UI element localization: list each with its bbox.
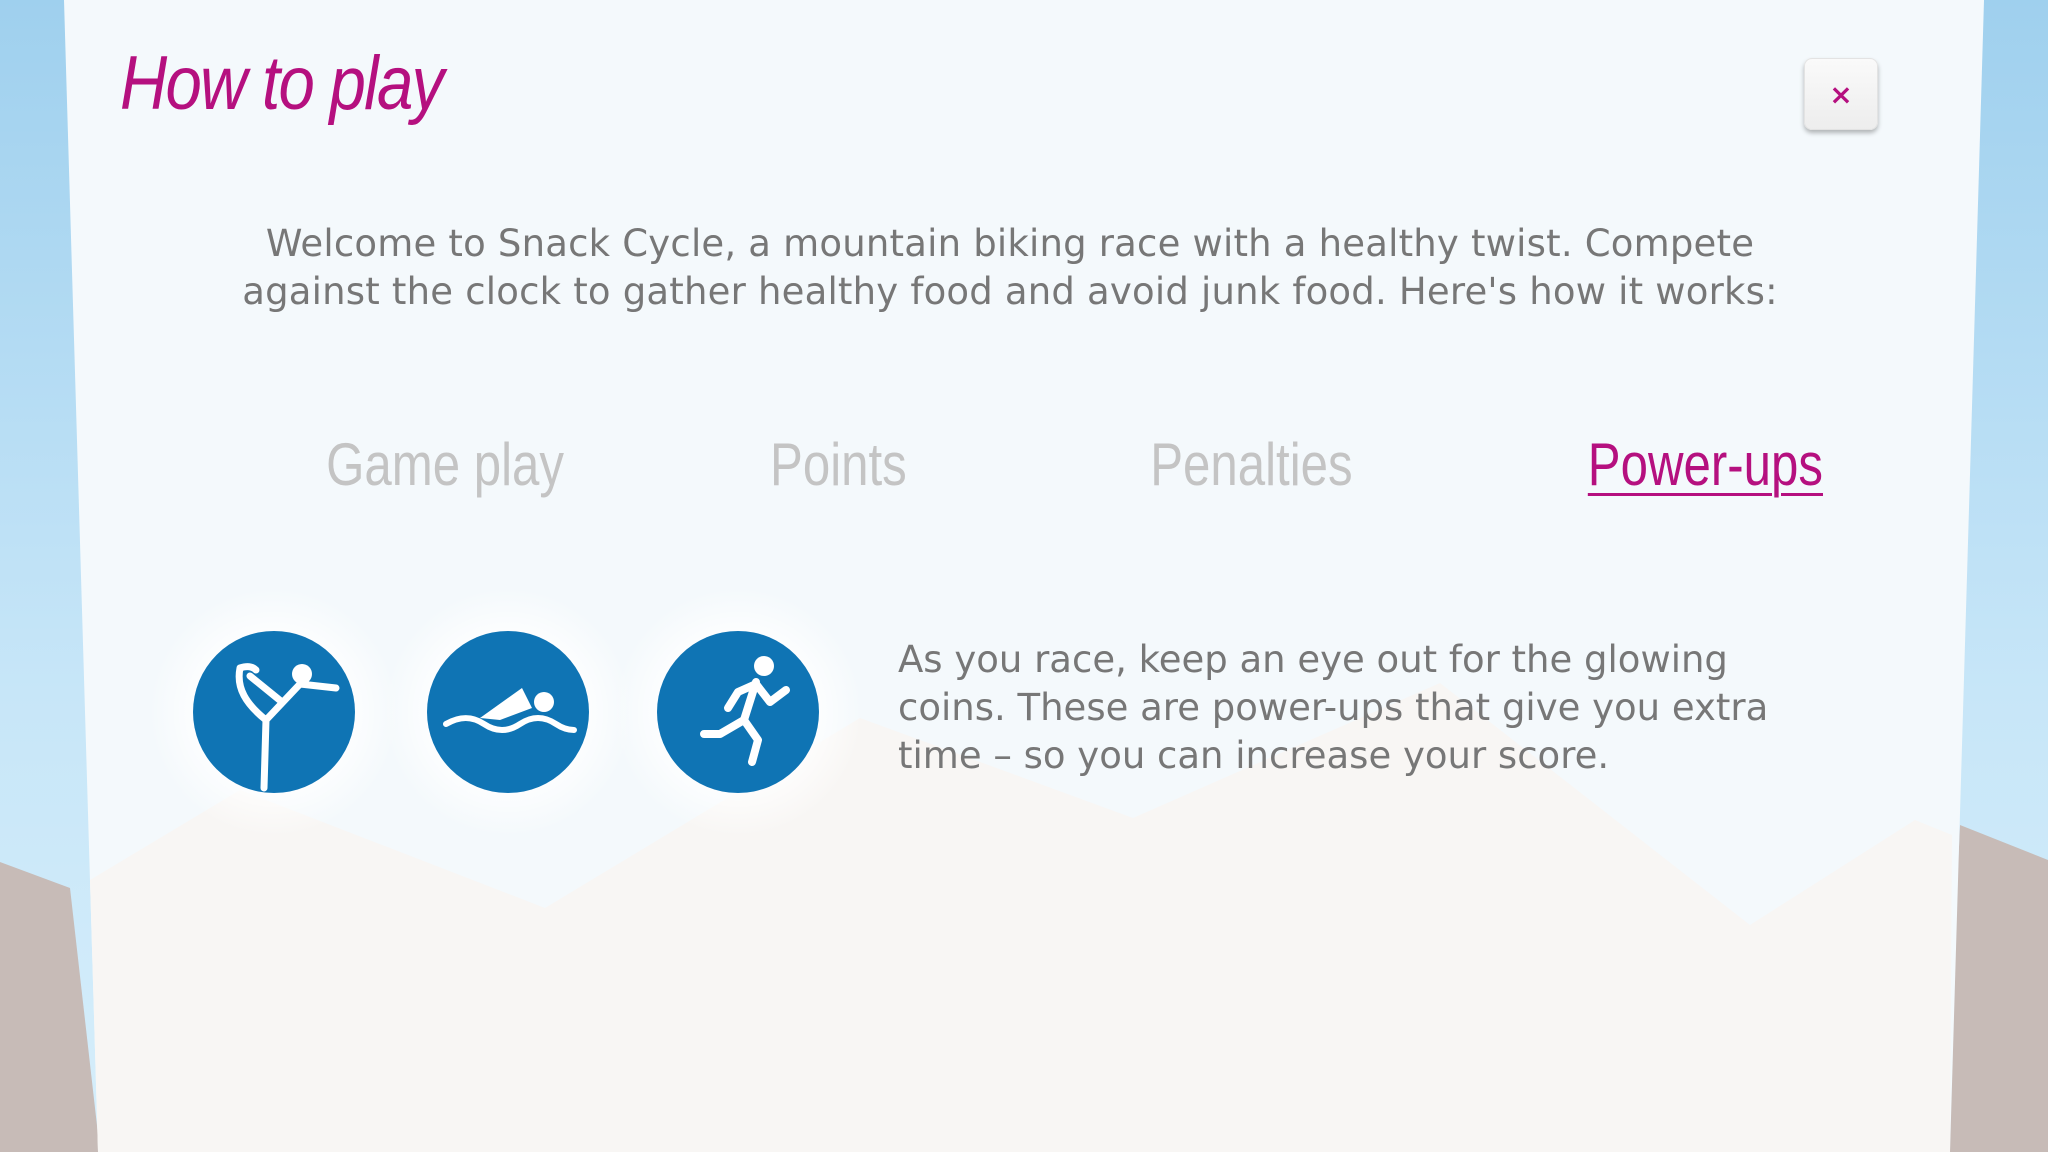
how-to-play-dialog: How to play × Welcome to Snack Cycle, a … (0, 0, 2048, 1152)
yoga-coin-icon (193, 631, 355, 793)
tab-game-play[interactable]: Game play (326, 430, 564, 499)
dialog-title: How to play (120, 41, 444, 126)
close-button[interactable]: × (1804, 58, 1878, 130)
intro-text: Welcome to Snack Cycle, a mountain bikin… (242, 222, 1778, 313)
swimming-coin-icon (427, 631, 589, 793)
running-coin-icon (657, 631, 819, 793)
tab-points[interactable]: Points (770, 430, 907, 499)
tab-penalties[interactable]: Penalties (1150, 430, 1352, 499)
power-ups-description: As you race, keep an eye out for the glo… (898, 638, 1769, 777)
tab-power-ups[interactable]: Power-ups (1588, 430, 1823, 499)
tab-bar: Game play Points Penalties Power-ups (0, 430, 2048, 520)
power-up-coins (149, 587, 863, 837)
